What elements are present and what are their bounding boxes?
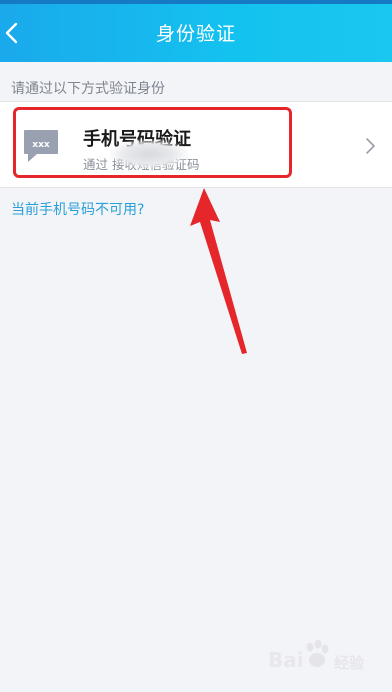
paw-icon: [306, 639, 329, 667]
app-header: 身份验证: [0, 4, 392, 62]
watermark: Bai 经验: [268, 638, 388, 688]
back-button[interactable]: [0, 14, 44, 54]
highlight-annotation: [13, 107, 292, 178]
phone-unavailable-link[interactable]: 当前手机号码不可用?: [11, 199, 144, 219]
chevron-right-icon: [366, 138, 375, 154]
watermark-text: Bai: [268, 648, 304, 672]
page-title: 身份验证: [155, 23, 236, 45]
chevron-left-icon: [5, 22, 18, 44]
watermark-text-cn: 经验: [334, 654, 365, 672]
section-hint: 请通过以下方式验证身份: [11, 81, 165, 97]
